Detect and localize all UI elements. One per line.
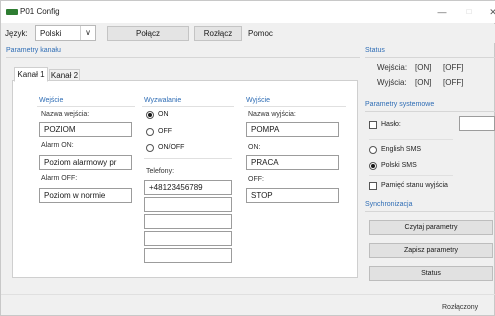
polish-sms-label: Polski SMS	[381, 162, 417, 169]
chevron-down-icon[interactable]: ∨	[80, 26, 95, 40]
trigger-section-title: Wyzwalanie	[144, 97, 182, 104]
phone-field-4[interactable]	[144, 231, 232, 246]
phone-field-2[interactable]	[144, 197, 232, 212]
channel-params-divider	[6, 57, 360, 58]
language-label: Język:	[5, 29, 28, 38]
phone-field-3[interactable]	[144, 214, 232, 229]
tab-channel-1[interactable]: Kanał 1	[14, 67, 48, 82]
trigger-on-radio[interactable]	[146, 111, 154, 119]
polish-sms-radio[interactable]	[369, 162, 377, 170]
inputs-status-label: Wejścia:	[377, 63, 408, 72]
app-window: P01 Config — □ ✕ Język: Polski ∨ Połącz …	[0, 0, 495, 316]
output-on-field[interactable]: PRACA	[246, 155, 339, 170]
output-section-title: Wyjście	[246, 97, 271, 104]
sms-divider	[369, 175, 453, 176]
write-params-button[interactable]: Zapisz parametry	[369, 243, 493, 258]
english-sms-label: English SMS	[381, 146, 422, 153]
output-name-field[interactable]: POMPA	[246, 122, 339, 137]
app-icon	[6, 9, 18, 15]
statusbar-divider	[1, 294, 495, 295]
language-select-value: Polski	[40, 29, 62, 38]
password-divider	[369, 139, 453, 140]
input-section-divider	[37, 106, 135, 107]
output-off-field[interactable]: STOP	[246, 188, 339, 203]
output-memory-label: Pamięć stanu wyjścia	[381, 182, 448, 189]
outputs-status-on: [ON]	[415, 78, 432, 87]
inputs-status-on: [ON]	[415, 63, 432, 72]
alarm-on-label: Alarm ON:	[41, 142, 74, 149]
password-label: Hasło:	[381, 121, 401, 128]
outputs-status-label: Wyjścia:	[377, 78, 407, 87]
output-off-label: OFF:	[248, 176, 264, 183]
title-bar	[1, 1, 495, 23]
output-section-divider	[244, 106, 346, 107]
password-field[interactable]	[459, 116, 495, 131]
minimize-button[interactable]: —	[434, 4, 450, 20]
input-name-field[interactable]: POZIOM	[39, 122, 132, 137]
status-button[interactable]: Status	[369, 266, 493, 281]
connection-status: Rozłączony	[442, 304, 479, 311]
connect-button[interactable]: Połącz	[107, 26, 189, 41]
trigger-off-label: OFF	[158, 128, 172, 135]
help-menu[interactable]: Pomoc	[248, 29, 273, 38]
input-section-title: Wejście	[39, 97, 64, 104]
system-params-title: Parametry systemowe	[365, 101, 435, 108]
phones-label: Telefony:	[146, 168, 175, 175]
outputs-status-off: [OFF]	[443, 78, 464, 87]
output-memory-checkbox[interactable]	[369, 182, 377, 190]
close-button[interactable]: ✕	[485, 4, 495, 20]
trigger-on-label: ON	[158, 111, 169, 118]
trigger-options-divider	[144, 158, 232, 159]
read-params-button[interactable]: Czytaj parametry	[369, 220, 493, 235]
english-sms-radio[interactable]	[369, 146, 377, 154]
language-select[interactable]: Polski ∨	[35, 25, 96, 41]
phone-field-1[interactable]: +48123456789	[144, 180, 232, 195]
system-params-divider	[365, 111, 495, 112]
output-name-label: Nazwa wyjścia:	[248, 111, 296, 118]
status-title: Status	[365, 47, 385, 54]
alarm-off-label: Alarm OFF:	[41, 175, 78, 182]
phone-field-5[interactable]	[144, 248, 232, 263]
output-on-label: ON:	[248, 144, 261, 151]
password-checkbox[interactable]	[369, 121, 377, 129]
alarm-on-field[interactable]: Poziom alarmowy pr	[39, 155, 132, 170]
trigger-section-divider	[142, 106, 234, 107]
maximize-button[interactable]: □	[461, 4, 477, 20]
input-name-label: Nazwa wejścia:	[41, 111, 90, 118]
status-divider	[365, 57, 495, 58]
sync-title: Synchronizacja	[365, 201, 413, 208]
disconnect-button[interactable]: Rozłącz	[194, 26, 242, 41]
channel-params-title: Parametry kanału	[6, 47, 61, 54]
inputs-status-off: [OFF]	[443, 63, 464, 72]
trigger-off-radio[interactable]	[146, 128, 154, 136]
alarm-off-field[interactable]: Poziom w normie	[39, 188, 132, 203]
window-title: P01 Config	[20, 7, 60, 16]
trigger-on-off-radio[interactable]	[146, 144, 154, 152]
trigger-on-off-label: ON/OFF	[158, 144, 185, 151]
sync-divider	[365, 211, 495, 212]
